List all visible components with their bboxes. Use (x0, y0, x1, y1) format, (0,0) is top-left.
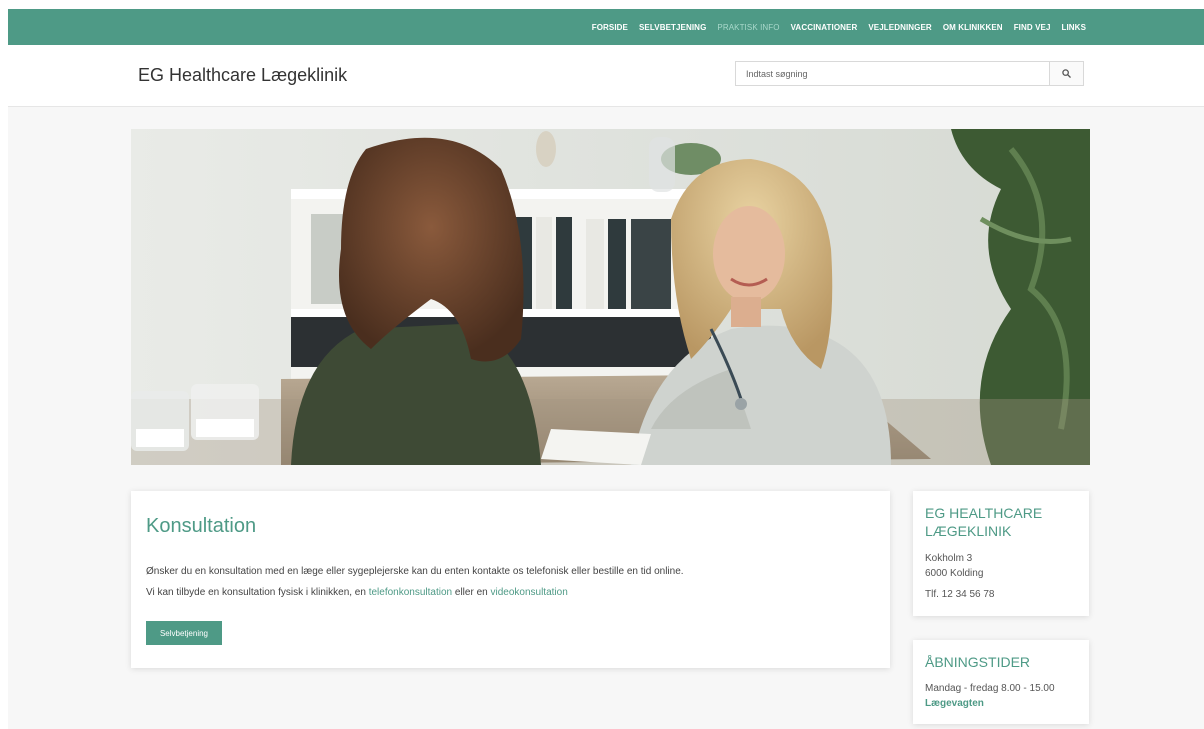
opening-hours-card: ÅBNINGSTIDER Mandag - fredag 8.00 - 15.0… (913, 640, 1089, 724)
nav-item-selvbetjening[interactable]: SELVBETJENING (639, 23, 706, 32)
consultation-text-line2: Vi kan tilbyde en konsultation fysisk i … (146, 587, 568, 598)
consultation-text-line1: Ønsker du en konsultation med en læge el… (146, 566, 684, 577)
search-box (735, 61, 1084, 86)
search-button[interactable] (1049, 62, 1083, 85)
self-service-button[interactable]: Selvbetjening (146, 621, 222, 645)
clinic-info-title: EG HEALTHCARE LÆGEKLINIK (925, 505, 1043, 539)
nav-item-links[interactable]: LINKS (1062, 23, 1087, 32)
nav-list: FORSIDE SELVBETJENING PRAKTISK INFO VACCINA… (581, 9, 1086, 45)
hero-image (131, 129, 1090, 465)
search-icon (1062, 69, 1071, 78)
search-input[interactable] (736, 62, 1049, 85)
nav-item-find-vej[interactable]: FIND VEJ (1014, 23, 1051, 32)
clinic-address-city: 6000 Kolding (925, 568, 984, 579)
nav-item-vejledninger[interactable]: VEJLEDNINGER (868, 23, 931, 32)
consultation-title: Konsultation (146, 515, 257, 537)
opening-hours-weekdays: Mandag - fredag 8.00 - 15.00 (925, 683, 1055, 694)
page: FORSIDE SELVBETJENING PRAKTISK INFO VACCINA… (8, 9, 1204, 729)
hero-photo-doctor-consultation (131, 129, 1090, 465)
emergency-doctor-link[interactable]: Lægevagten (925, 698, 984, 709)
consultation-card: Konsultation Ønsker du en konsultation m… (131, 491, 890, 668)
opening-hours-title: ÅBNINGSTIDER (925, 654, 1031, 670)
video-consultation-link[interactable]: videokonsultation (490, 587, 567, 598)
nav-item-praktisk-info[interactable]: PRAKTISK INFO (717, 23, 779, 32)
site-header: EG Healthcare Lægeklinik (8, 45, 1204, 107)
clinic-phone: Tlf. 12 34 56 78 (925, 589, 995, 600)
clinic-info-card: EG HEALTHCARE LÆGEKLINIK Kokholm 3 6000 … (913, 491, 1089, 616)
line2-middle: eller en (452, 587, 491, 598)
nav-item-om-klinikken[interactable]: OM KLINIKKEN (943, 23, 1003, 32)
clinic-address-street: Kokholm 3 (925, 553, 973, 564)
nav-item-forside[interactable]: FORSIDE (592, 23, 628, 32)
line2-prefix: Vi kan tilbyde en konsultation fysisk i … (146, 587, 369, 598)
site-title[interactable]: EG Healthcare Lægeklinik (138, 65, 347, 86)
phone-consultation-link[interactable]: telefonkonsultation (369, 587, 452, 598)
top-navigation: FORSIDE SELVBETJENING PRAKTISK INFO VACCINA… (8, 9, 1204, 45)
nav-item-vaccinationer[interactable]: VACCINATIONER (791, 23, 858, 32)
